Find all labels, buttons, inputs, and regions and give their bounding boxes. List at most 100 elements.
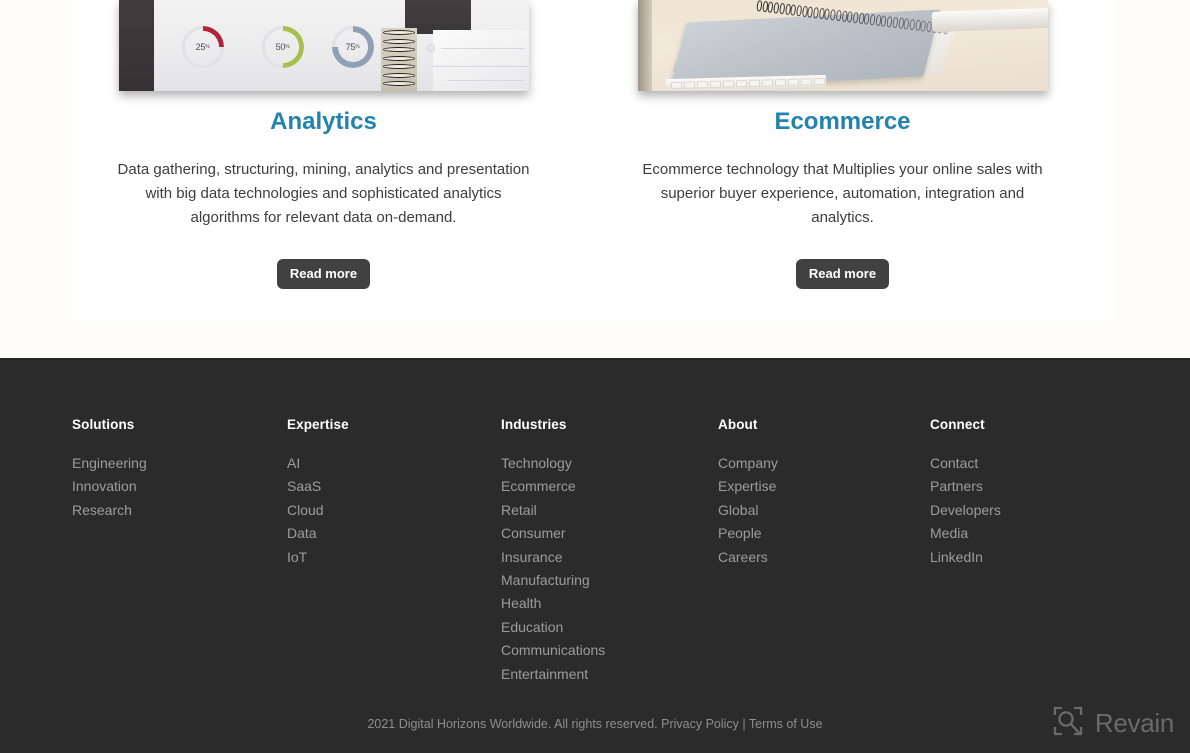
terms-of-use-link[interactable]: Terms of Use (749, 717, 823, 731)
keyboard-key (787, 78, 799, 86)
photo-notebook-spiral (380, 28, 417, 91)
footer-column-title: Industries (501, 417, 567, 432)
spiral-coil (817, 7, 825, 20)
spiral-coil (382, 30, 415, 35)
photo-paper-right (432, 30, 529, 91)
spiral-coil (812, 7, 819, 19)
privacy-policy-link[interactable]: Privacy Policy (661, 717, 739, 731)
spiral-coil (834, 9, 842, 22)
footer-link-columns: Solutions Engineering Innovation Research Ex… (0, 417, 1190, 687)
footer-link-global[interactable]: Global (718, 499, 778, 522)
spiral-coil (919, 20, 927, 32)
spiral-coil (382, 55, 415, 61)
footer-link-consumer[interactable]: Consumer (501, 522, 605, 545)
footer-link-technology[interactable]: Technology (501, 452, 605, 475)
spiral-coil (874, 14, 881, 27)
footer-column-title: Expertise (287, 417, 349, 432)
footer-link-careers[interactable]: Careers (718, 546, 778, 569)
footer-link-people[interactable]: People (718, 522, 778, 545)
spiral-coil (880, 15, 887, 27)
spiral-coil (382, 72, 415, 78)
spiral-coil (868, 14, 876, 26)
keyboard-key (774, 78, 786, 87)
footer-link-insurance[interactable]: Insurance (501, 546, 605, 569)
footer-column-connect: Connect Contact Partners Developers Media Lin… (930, 417, 1001, 569)
service-cards-row: 25% 50% 75% Analytics Data gathering, st… (71, 0, 1114, 289)
keyboard-key (735, 79, 747, 88)
read-more-button-analytics[interactable]: Read more (276, 258, 371, 289)
spiral-coil (784, 3, 791, 16)
spiral-coil (795, 4, 802, 17)
spiral-coil (382, 47, 415, 52)
spiral-coil (863, 13, 870, 25)
footer-bottom-bar: 2021 Digital Horizons Worldwide. All rig… (0, 717, 1190, 731)
site-footer: Solutions Engineering Innovation Research Ex… (0, 358, 1190, 753)
donut-chart-50: 50% (261, 26, 304, 68)
keyboard-key (722, 80, 734, 88)
spiral-coil (902, 18, 910, 30)
footer-link-contact[interactable]: Contact (930, 452, 1001, 475)
footer-link-retail[interactable]: Retail (501, 499, 605, 522)
spiral-coil (846, 11, 853, 23)
footer-link-health[interactable]: Health (501, 592, 605, 615)
spiral-coil (772, 2, 780, 14)
spiral-coil (840, 10, 847, 23)
spiral-coil (914, 19, 921, 32)
footer-link-innovation[interactable]: Innovation (72, 475, 147, 498)
service-card-ecommerce: Ecommerce Ecommerce technology that Mult… (607, 0, 1078, 289)
card-title-ecommerce: Ecommerce (774, 108, 911, 135)
footer-link-engineering[interactable]: Engineering (72, 452, 147, 475)
spiral-coil (778, 2, 785, 15)
footer-link-expertise[interactable]: Expertise (718, 475, 778, 498)
spiral-coil (761, 0, 768, 13)
read-more-button-ecommerce[interactable]: Read more (795, 258, 890, 289)
ecommerce-card-image (637, 0, 1048, 91)
keyboard-key (696, 80, 708, 89)
analytics-report-donut-charts-photo: 25% 50% 75% (118, 0, 529, 91)
footer-link-iot[interactable]: IoT (287, 546, 349, 569)
keyboard-key (813, 77, 825, 86)
spiral-coil (755, 0, 763, 12)
footer-link-entertainment[interactable]: Entertainment (501, 663, 605, 686)
footer-link-ecommerce[interactable]: Ecommerce (501, 475, 605, 498)
footer-link-research[interactable]: Research (72, 499, 147, 522)
card-title-analytics: Analytics (270, 108, 377, 135)
footer-column-title: Solutions (72, 417, 135, 432)
footer-link-partners[interactable]: Partners (930, 475, 1001, 498)
footer-link-saas[interactable]: SaaS (287, 475, 349, 498)
footer-link-company[interactable]: Company (718, 452, 778, 475)
spiral-coil (897, 17, 904, 30)
keyboard-key (670, 81, 682, 89)
footer-link-media[interactable]: Media (930, 522, 1001, 545)
footer-link-ai[interactable]: AI (287, 452, 349, 475)
main-content-area: 25% 50% 75% Analytics Data gathering, st… (71, 0, 1114, 322)
spiral-coil (800, 5, 808, 18)
spiral-coil (829, 9, 836, 21)
footer-link-communications[interactable]: Communications (501, 639, 605, 662)
photo-punch-hole (426, 44, 435, 52)
revain-watermark: Revain (1051, 704, 1174, 743)
photo-monitor-base (931, 7, 1048, 33)
footer-link-cloud[interactable]: Cloud (287, 499, 349, 522)
footer-link-developers[interactable]: Developers (930, 499, 1001, 522)
donut-chart-25: 25% (181, 26, 224, 68)
spiral-coil (857, 12, 864, 25)
footer-link-education[interactable]: Education (501, 616, 605, 639)
footer-link-manufacturing[interactable]: Manufacturing (501, 569, 605, 592)
donut-label-50: 50% (275, 42, 290, 52)
footer-link-linkedin[interactable]: LinkedIn (930, 546, 1001, 569)
footer-column-expertise: Expertise AI SaaS Cloud Data IoT (287, 417, 349, 569)
footer-link-data[interactable]: Data (287, 522, 349, 545)
keyboard-key (761, 79, 773, 87)
footer-column-about: About Company Expertise Global People Careers (718, 417, 778, 569)
keyboard-key (709, 80, 721, 88)
footer-separator: | (742, 717, 746, 731)
photo-dark-binder-left (118, 0, 154, 91)
spiral-coil (382, 81, 415, 86)
card-description-ecommerce: Ecommerce technology that Multiplies you… (642, 160, 1043, 226)
donut-label-25: 25% (195, 42, 210, 52)
spiral-coil (885, 16, 893, 28)
keyboard-key (683, 81, 695, 89)
service-card-analytics: 25% 50% 75% Analytics Data gathering, st… (88, 0, 559, 289)
spiral-coil (851, 11, 859, 24)
